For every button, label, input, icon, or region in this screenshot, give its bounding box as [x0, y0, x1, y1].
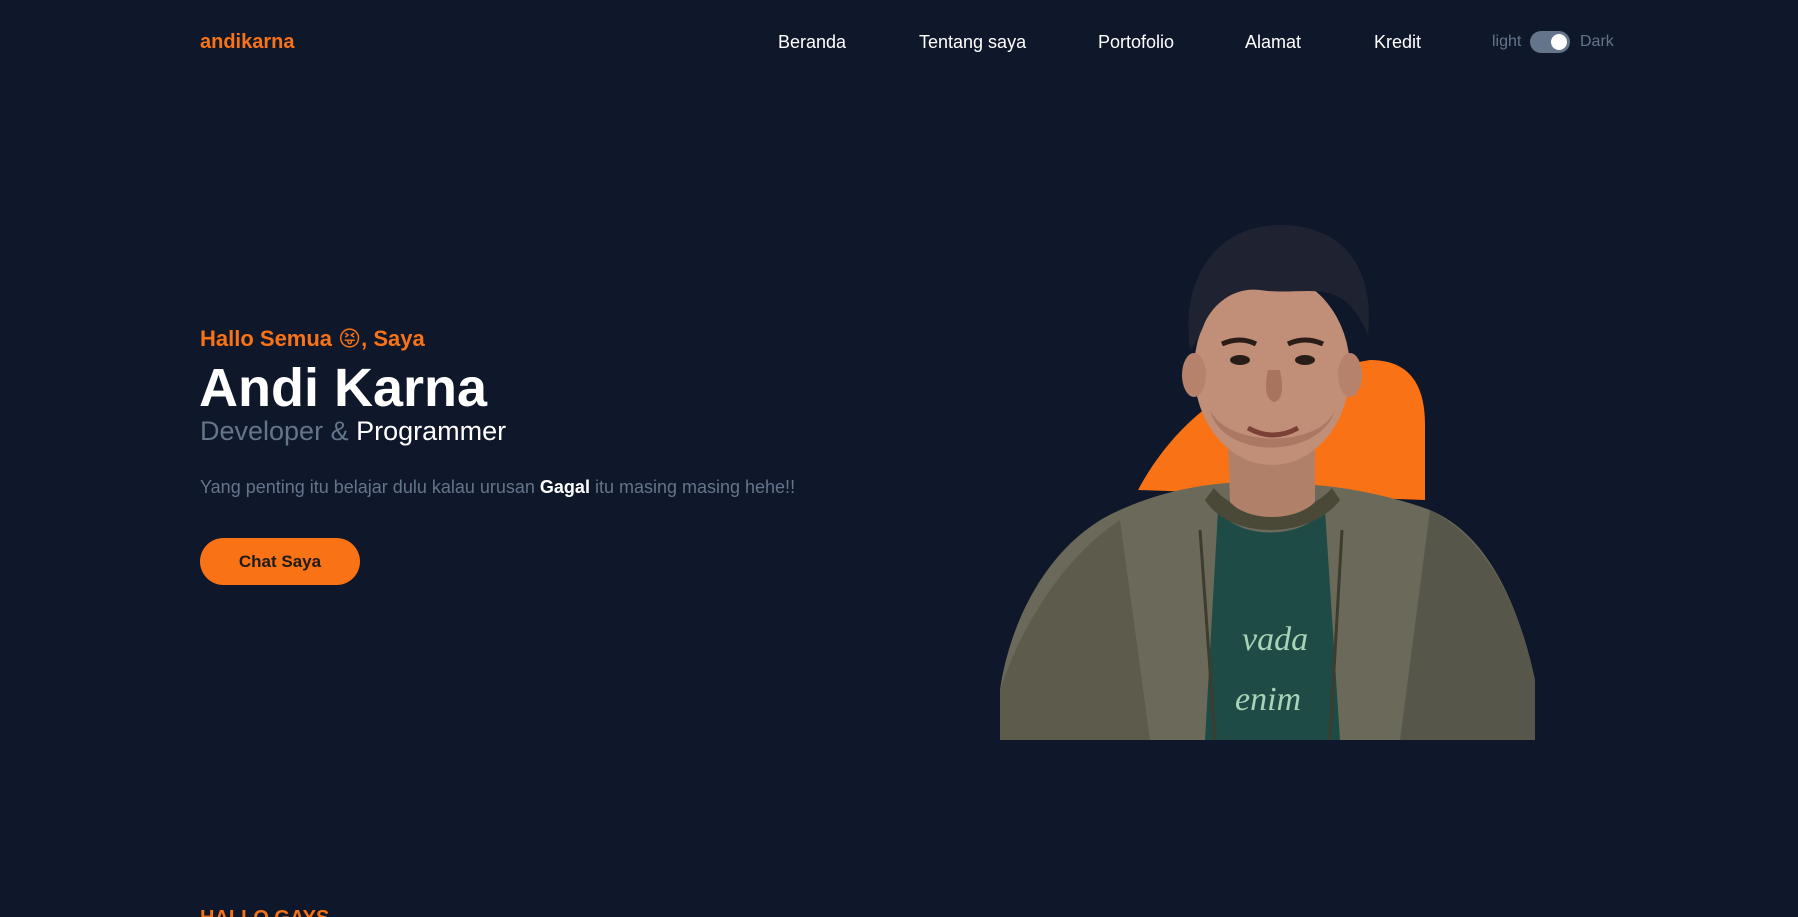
left-ear-shape: [1182, 353, 1206, 397]
profile-photo: vada enim: [990, 210, 1550, 750]
hero-greeting-text-a: Hallo Semua: [200, 326, 339, 351]
hero-role-b: Programmer: [356, 416, 507, 446]
hero-role-a: Developer &: [200, 416, 357, 446]
nav-item-tentang-saya[interactable]: Tentang saya: [919, 32, 1026, 53]
right-ear-shape: [1338, 353, 1362, 397]
chat-saya-button[interactable]: Chat Saya: [200, 538, 360, 585]
nav-item-beranda[interactable]: Beranda: [778, 32, 846, 53]
hero-desc-b: itu masing masing hehe!!: [589, 477, 796, 497]
tongue-out-emoji-icon: 😝: [338, 327, 362, 352]
section-title-hallo-gays: HALLO GAYS: [200, 907, 329, 917]
nav-item-portofolio[interactable]: Portofolio: [1098, 32, 1174, 53]
profile-photo-illustration: vada enim: [1000, 225, 1535, 741]
left-eye-shape: [1230, 355, 1250, 365]
hero-name: Andi Karna: [199, 358, 488, 418]
hero-desc-bold: Gagal: [539, 477, 590, 497]
theme-toggle: light Dark: [1492, 30, 1622, 56]
tshirt-print-graphic-2: enim: [1235, 681, 1301, 718]
nose-shape: [1266, 370, 1282, 402]
hero-desc-a: Yang penting itu belajar dulu kalau urus…: [200, 477, 540, 497]
theme-toggle-light-label: light: [1492, 33, 1522, 50]
page: andikarna Beranda Tentang saya Portofoli…: [0, 0, 1798, 917]
right-eye-shape: [1295, 355, 1315, 365]
hero-description: Yang penting itu belajar dulu kalau urus…: [200, 477, 795, 498]
brand-logo-link[interactable]: andikarna: [200, 31, 294, 54]
theme-toggle-knob: [1551, 34, 1567, 50]
theme-toggle-switch[interactable]: [1530, 31, 1570, 53]
nav-item-alamat[interactable]: Alamat: [1245, 32, 1301, 53]
tshirt-print-graphic: vada: [1242, 621, 1308, 658]
hero-greeting-text-b: , Saya: [361, 326, 425, 351]
nav-item-kredit[interactable]: Kredit: [1374, 32, 1421, 53]
theme-toggle-dark-label: Dark: [1580, 33, 1614, 50]
navbar: andikarna Beranda Tentang saya Portofoli…: [0, 0, 1798, 86]
hero-role: Developer & Programmer: [200, 416, 506, 447]
hero-greeting: Hallo Semua 😝, Saya: [200, 326, 425, 352]
